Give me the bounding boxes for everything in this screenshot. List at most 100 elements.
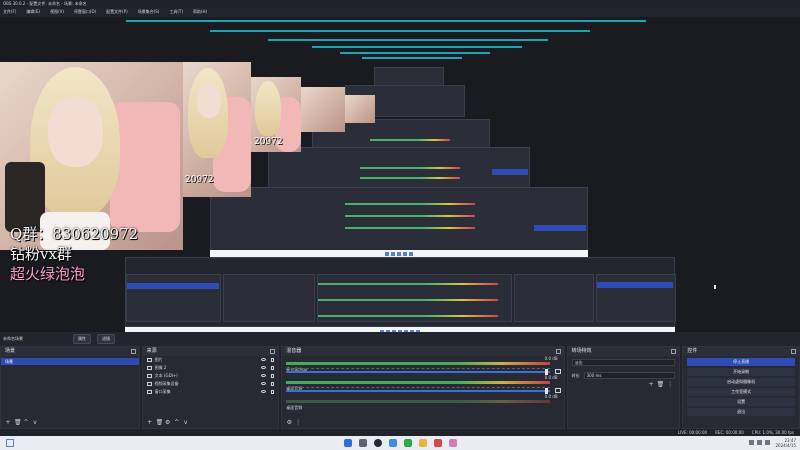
- move-down-icon[interactable]: v: [183, 420, 189, 426]
- mouse-cursor: [714, 285, 716, 289]
- filters-button[interactable]: 滤镜: [97, 334, 115, 344]
- exit-button[interactable]: 退出: [687, 408, 795, 416]
- clock[interactable]: 23:47 2024/4/15: [775, 438, 796, 448]
- menu-view[interactable]: 视图(V): [50, 7, 64, 17]
- move-down-icon[interactable]: v: [32, 420, 38, 426]
- channel-name: 桌面音频: [286, 405, 303, 410]
- system-tray: [749, 440, 770, 445]
- add-scene-icon[interactable]: +: [5, 420, 11, 426]
- start-virtual-camera-button[interactable]: 启动虚拟摄像机: [687, 378, 795, 386]
- nested-stop-button: [492, 169, 528, 175]
- nested-stop-button: [534, 225, 586, 231]
- remove-transition-icon[interactable]: 🗑: [657, 381, 665, 388]
- add-source-icon[interactable]: +: [147, 420, 153, 426]
- more-options-icon[interactable]: ⋮: [667, 381, 673, 388]
- speaker-icon[interactable]: [554, 388, 561, 393]
- battery-icon[interactable]: [765, 440, 770, 445]
- app-icon[interactable]: [433, 439, 442, 447]
- watermark-number: 20972: [254, 137, 283, 147]
- undock-icon[interactable]: [555, 349, 561, 354]
- move-up-icon[interactable]: ^: [23, 420, 29, 426]
- volume-slider[interactable]: [286, 371, 550, 373]
- volume-icon[interactable]: [757, 440, 762, 445]
- nested-meter: [345, 227, 475, 229]
- app-icon[interactable]: [448, 439, 457, 447]
- sources-dock-title: 来源: [146, 348, 157, 354]
- widgets-icon[interactable]: [6, 439, 14, 447]
- start-icon[interactable]: [343, 439, 352, 447]
- visibility-eye-icon[interactable]: [261, 358, 267, 361]
- speaker-icon[interactable]: [554, 369, 561, 374]
- image-icon: [146, 358, 152, 362]
- folder-icon[interactable]: [418, 439, 427, 447]
- remove-source-icon[interactable]: 🗑: [156, 420, 164, 426]
- transition-buttons: + 🗑 ⋮: [649, 381, 674, 388]
- mixer-settings-icon[interactable]: ⚙: [286, 420, 292, 426]
- undock-icon[interactable]: [130, 349, 136, 354]
- properties-button[interactable]: 属性: [73, 334, 91, 344]
- lock-icon[interactable]: [271, 382, 275, 386]
- stop-streaming-button[interactable]: 停止直播: [687, 358, 795, 366]
- nested-meter: [345, 203, 475, 205]
- obs-app-icon[interactable]: [373, 439, 382, 447]
- source-item[interactable]: 窗口采集: [143, 388, 279, 396]
- duration-input[interactable]: 300 ms: [583, 372, 676, 379]
- source-item[interactable]: 图片: [143, 356, 279, 364]
- visibility-eye-icon[interactable]: [261, 374, 267, 377]
- capture-bar: [126, 20, 646, 22]
- menu-scene-collection[interactable]: 场景集合(S): [138, 7, 160, 17]
- sources-dock: 来源 图片 图像 2 文本 (GDI+) 视频采集设备 窗口采集 + 🗑 ⚙ ^…: [141, 346, 280, 429]
- scenes-dock-footer: + 🗑 ^ v: [1, 418, 139, 428]
- network-icon[interactable]: [749, 440, 754, 445]
- status-bar: LIVE: 00:00:00 REC: 00:00:00 CPU: 1.0%, …: [0, 429, 800, 436]
- menu-docks[interactable]: 停靠窗口(D): [74, 7, 96, 17]
- move-up-icon[interactable]: ^: [174, 420, 180, 426]
- visibility-eye-icon[interactable]: [261, 366, 267, 369]
- transitions-dock: 转场特效 淡出 时长 300 ms + 🗑 ⋮: [566, 346, 681, 429]
- volume-slider[interactable]: [286, 390, 550, 392]
- studio-mode-button[interactable]: 工作室模式: [687, 388, 795, 396]
- preview-canvas[interactable]: 20972 20972 Q群：830620972 钻粉vx群 超火绿泡泡: [0, 17, 800, 332]
- undock-icon[interactable]: [791, 349, 796, 354]
- lock-icon[interactable]: [271, 358, 275, 362]
- menu-profile[interactable]: 配置文件(P): [106, 7, 128, 17]
- undock-icon[interactable]: [671, 349, 677, 354]
- scenes-dock-header: 场景: [1, 347, 139, 356]
- lock-icon[interactable]: [271, 390, 275, 394]
- nested-meter: [370, 139, 450, 141]
- search-icon[interactable]: [358, 439, 367, 447]
- transition-type-select[interactable]: 淡出: [571, 359, 676, 366]
- volume-meter: [286, 362, 550, 365]
- lock-icon[interactable]: [271, 374, 275, 378]
- controls-dock-header: 控件: [683, 347, 799, 356]
- undock-icon[interactable]: [270, 349, 276, 354]
- source-item[interactable]: 文本 (GDI+): [143, 372, 279, 380]
- webcam-feed: [0, 62, 183, 250]
- source-item[interactable]: 图像 2: [143, 364, 279, 372]
- wechat-icon[interactable]: [403, 439, 412, 447]
- add-transition-icon[interactable]: +: [649, 381, 654, 388]
- nested-meter: [318, 299, 498, 301]
- source-item[interactable]: 视频采集设备: [143, 380, 279, 388]
- menu-edit[interactable]: 编辑(E): [26, 7, 40, 17]
- scene-item[interactable]: 场景: [1, 358, 139, 365]
- nested-stop-button: [597, 282, 673, 288]
- visibility-eye-icon[interactable]: [261, 390, 267, 393]
- menu-bar: 文件(F) 编辑(E) 视图(V) 停靠窗口(D) 配置文件(P) 场景集合(S…: [0, 7, 800, 17]
- browser-icon[interactable]: [388, 439, 397, 447]
- window-title: OBS 30.0.2 - 配置文件: 未命名 - 场景: 未命名: [3, 1, 87, 6]
- menu-tools[interactable]: 工具(T): [169, 7, 183, 17]
- lock-icon[interactable]: [271, 366, 275, 370]
- menu-file[interactable]: 文件(F): [3, 7, 16, 17]
- visibility-eye-icon[interactable]: [261, 382, 267, 385]
- more-options-icon[interactable]: ⋮: [295, 420, 301, 426]
- source-settings-icon[interactable]: ⚙: [165, 420, 171, 426]
- qq-group-text: Q群：830620972: [10, 225, 139, 243]
- start-recording-button[interactable]: 开始录制: [687, 368, 795, 376]
- remove-scene-icon[interactable]: 🗑: [14, 420, 22, 426]
- text-icon: [146, 374, 152, 378]
- nested-meter: [360, 177, 460, 179]
- menu-help[interactable]: 帮助(H): [193, 7, 207, 17]
- settings-button[interactable]: 设置: [687, 398, 795, 406]
- mixer-dock-title: 混音器: [286, 348, 302, 354]
